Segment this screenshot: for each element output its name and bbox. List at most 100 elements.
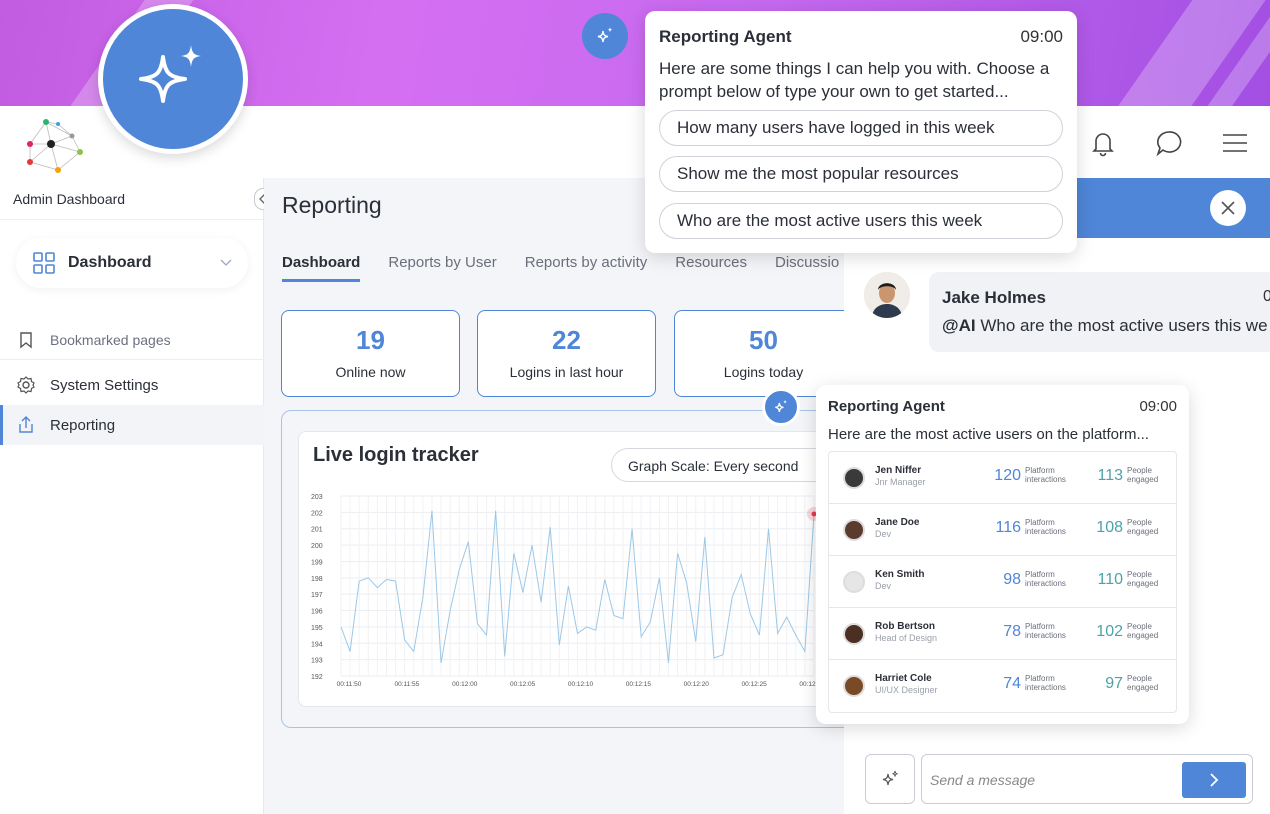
- ai-prompt-button[interactable]: [865, 754, 915, 804]
- chevron-right-icon: [1210, 773, 1219, 787]
- x-tick-label: 00:12:00: [452, 681, 478, 688]
- tab-dashboard[interactable]: Dashboard: [282, 254, 361, 282]
- engaged-label: People engaged: [1127, 466, 1159, 484]
- close-icon: [1221, 201, 1235, 215]
- sidebar-item-label: System Settings: [50, 376, 159, 394]
- avatar: [843, 467, 865, 489]
- ai-assistant-avatar[interactable]: [98, 4, 248, 154]
- main-content: Reporting Dashboard Reports by User Repo…: [264, 178, 871, 814]
- x-tick-label: 00:11:50: [337, 681, 362, 688]
- user-name: Rob Bertson: [875, 621, 935, 632]
- tab-resources[interactable]: Resources: [675, 254, 747, 282]
- ai-mention: @AI: [942, 316, 976, 335]
- user-role: UI/UX Designer: [875, 685, 938, 695]
- tab-discussions[interactable]: Discussio: [775, 254, 839, 282]
- user-role: Jnr Manager: [875, 477, 926, 487]
- stat-value: 19: [356, 325, 385, 355]
- engaged-count: 108: [1096, 519, 1123, 536]
- menu-hamburger-icon[interactable]: [1220, 128, 1250, 158]
- interactions-count: 98: [1003, 571, 1021, 588]
- agent-suggestions-popup: Reporting Agent 09:00 Here are some thin…: [645, 11, 1077, 253]
- interactions-label: Platform interactions: [1025, 570, 1066, 588]
- sidebar-item-reporting[interactable]: Reporting: [0, 405, 264, 445]
- y-tick-label: 198: [311, 576, 323, 583]
- tab-reports-by-activity[interactable]: Reports by activity: [525, 254, 648, 282]
- live-login-tracker-card: Live login tracker Graph Scale: Every se…: [298, 431, 858, 707]
- chat-bubble-icon[interactable]: [1154, 128, 1184, 158]
- user-name: Ken Smith: [875, 569, 925, 580]
- x-tick-label: 00:11:55: [394, 681, 419, 688]
- page-title: Reporting: [282, 192, 382, 218]
- interactions-count: 120: [994, 467, 1021, 484]
- engaged-count: 110: [1097, 571, 1123, 588]
- live-login-chart: 192 193 194 195 196 197 198 199 200 201 202 203 00:1…: [311, 494, 825, 688]
- message-composer[interactable]: Send a message: [921, 754, 1253, 804]
- interactions-label: Platform interactions: [1025, 622, 1066, 640]
- stat-card-logins-last-hour: 22 Logins in last hour: [477, 310, 656, 397]
- stat-label: Logins today: [723, 364, 804, 380]
- user-row[interactable]: Jane Doe Dev 116 Platform interactions 108 Pe…: [829, 504, 1176, 556]
- interactions-label: Platform interactions: [1025, 518, 1066, 536]
- interactions-count: 116: [995, 519, 1021, 536]
- close-chat-button[interactable]: [1210, 190, 1246, 226]
- dashboard-selector[interactable]: Dashboard: [16, 238, 248, 288]
- suggested-prompt[interactable]: Show me the most popular resources: [659, 156, 1063, 192]
- message-input[interactable]: Send a message: [930, 772, 1035, 788]
- engaged-label: People engaged: [1127, 570, 1159, 588]
- gear-icon: [17, 376, 35, 394]
- x-tick-label: 00:12:10: [568, 681, 594, 688]
- user-name: Jen Niffer: [875, 465, 922, 476]
- suggested-prompt[interactable]: How many users have logged in this week: [659, 110, 1063, 146]
- tab-reports-by-user[interactable]: Reports by User: [388, 254, 496, 282]
- avatar: [864, 272, 910, 318]
- message-text: @AI Who are the most active users this w…: [942, 316, 1268, 336]
- bookmark-icon: [20, 331, 32, 348]
- stat-value: 50: [749, 325, 778, 355]
- user-row[interactable]: Rob Bertson Head of Design 78 Platform inte…: [829, 608, 1176, 660]
- user-name: Harriet Cole: [875, 673, 932, 684]
- ai-badge: [762, 388, 800, 426]
- sidebar-title: Admin Dashboard: [0, 178, 263, 220]
- sidebar-item-label: Reporting: [50, 416, 116, 434]
- user-role: Head of Design: [875, 633, 938, 643]
- engaged-label: People engaged: [1127, 622, 1159, 640]
- user-role: Dev: [875, 529, 892, 539]
- bell-icon[interactable]: [1088, 128, 1118, 158]
- user-row[interactable]: Jen Niffer Jnr Manager 120 Platform interac…: [829, 452, 1176, 504]
- stat-label: Logins in last hour: [509, 364, 624, 380]
- active-users-table: Jen Niffer Jnr Manager 120 Platform interac…: [828, 451, 1177, 713]
- suggested-prompt[interactable]: Who are the most active users this week: [659, 203, 1063, 239]
- y-tick-label: 192: [311, 674, 323, 681]
- message-time: 0: [1263, 288, 1270, 305]
- agent-name: Reporting Agent: [828, 398, 945, 415]
- user-row[interactable]: Harriet Cole UI/UX Designer 74 Platform int…: [829, 660, 1176, 712]
- agent-active-users-popup: Reporting Agent 09:00 Here are the most …: [816, 385, 1189, 724]
- y-tick-label: 197: [311, 592, 323, 599]
- send-button[interactable]: [1182, 762, 1246, 798]
- x-tick-label: 00:12:05: [510, 681, 536, 688]
- agent-message: Here are the most active users on the pl…: [828, 426, 1149, 443]
- message-author: Jake Holmes: [942, 288, 1046, 307]
- interactions-count: 74: [1003, 675, 1021, 692]
- graph-scale-dropdown[interactable]: Graph Scale: Every second: [611, 448, 851, 482]
- engaged-label: People engaged: [1127, 518, 1159, 536]
- x-tick-label: 00:12:25: [741, 681, 767, 688]
- y-tick-label: 196: [311, 609, 323, 616]
- user-row[interactable]: Ken Smith Dev 98 Platform interactions 110 Pe…: [829, 556, 1176, 608]
- network-logo-icon: [27, 119, 83, 173]
- chart-container: Live login tracker Graph Scale: Every se…: [281, 410, 871, 728]
- y-tick-label: 194: [311, 641, 323, 648]
- avatar: [843, 571, 865, 593]
- agent-message: Here are some things I can help you with…: [659, 59, 1050, 101]
- sidebar-item-bookmarked[interactable]: Bookmarked pages: [0, 320, 264, 360]
- stat-label: Online now: [335, 364, 406, 380]
- x-tick-label: 00:12:20: [684, 681, 710, 688]
- dashboard-label: Dashboard: [68, 254, 152, 271]
- y-tick-label: 201: [311, 527, 323, 534]
- agent-time: 09:00: [1020, 27, 1063, 46]
- user-name: Jane Doe: [875, 517, 920, 528]
- ai-badge: [582, 13, 628, 59]
- interactions-label: Platform interactions: [1025, 466, 1066, 484]
- sparkle-icon: [139, 45, 201, 103]
- sidebar-item-settings[interactable]: System Settings: [0, 365, 264, 405]
